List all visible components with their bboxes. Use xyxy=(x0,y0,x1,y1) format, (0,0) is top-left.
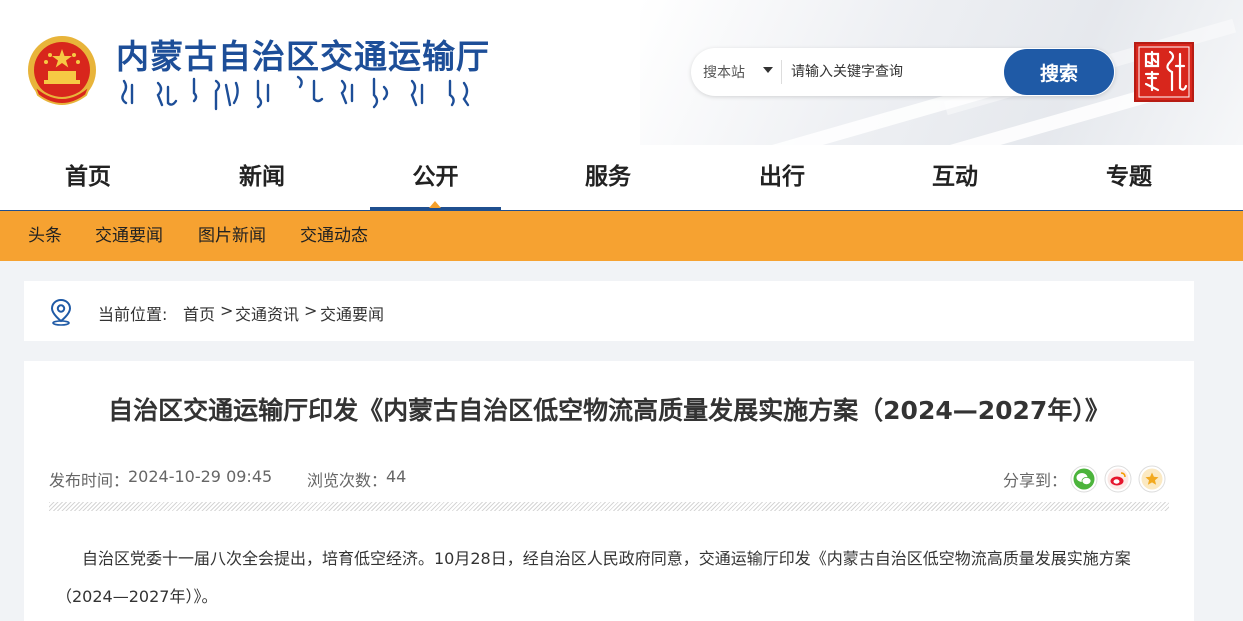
breadcrumb-item-traffic-info[interactable]: 交通资讯 xyxy=(235,301,299,325)
main-nav: 首页 新闻 公开 服务 出行 互动 专题 xyxy=(0,145,1243,211)
sub-nav: 头条 交通要闻 图片新闻 交通动态 xyxy=(0,211,1243,261)
active-nav-indicator xyxy=(429,201,441,208)
sub-nav-item-photo-news[interactable]: 图片新闻 xyxy=(198,211,266,261)
search-button[interactable]: 搜索 xyxy=(1004,49,1114,95)
site-header: 内蒙古自治区交通运输厅 搜本站 搜索 xyxy=(0,0,1243,145)
nav-item-news[interactable]: 新闻 xyxy=(176,145,348,210)
hatched-divider xyxy=(49,502,1169,511)
article: 自治区交通运输厅印发《内蒙古自治区低空物流高质量发展实施方案（2024—2027… xyxy=(24,361,1194,621)
chevron-down-icon[interactable] xyxy=(763,67,773,73)
search-scope-select[interactable]: 搜本站 xyxy=(703,62,745,82)
sub-nav-item-traffic-updates[interactable]: 交通动态 xyxy=(300,211,368,261)
article-paragraph-line-1: 自治区党委十一届八次全会提出，培育低空经济。10月28日，经自治区人民政府同意，… xyxy=(82,549,1131,568)
nav-item-topics[interactable]: 专题 xyxy=(1043,145,1215,210)
breadcrumb-item-traffic-news[interactable]: 交通要闻 xyxy=(320,301,384,325)
seal-logo-icon[interactable] xyxy=(1134,42,1194,102)
search-divider xyxy=(781,60,782,84)
site-title[interactable]: 内蒙古自治区交通运输厅 xyxy=(116,30,490,78)
article-paragraph-line-2: （2024—2027年）》。 xyxy=(56,587,218,606)
view-count-label: 浏览次数： xyxy=(307,471,388,490)
view-count: 44 xyxy=(386,467,407,486)
star-favorite-icon[interactable] xyxy=(1138,465,1166,493)
wechat-icon[interactable] xyxy=(1070,465,1098,493)
nav-item-travel[interactable]: 出行 xyxy=(696,145,868,210)
nav-item-interaction[interactable]: 互动 xyxy=(869,145,1041,210)
nav-item-home[interactable]: 首页 xyxy=(0,145,176,210)
breadcrumb: 当前位置: 首页 > 交通资讯 > 交通要闻 xyxy=(24,281,1194,341)
sub-nav-item-headlines[interactable]: 头条 xyxy=(28,211,62,261)
location-pin-icon xyxy=(50,298,72,326)
breadcrumb-prefix: 当前位置: xyxy=(98,305,168,324)
national-emblem-icon xyxy=(28,36,96,105)
search-box: 搜本站 搜索 xyxy=(691,48,1115,96)
publish-time-label: 发布时间： xyxy=(49,471,130,490)
breadcrumb-separator: > xyxy=(220,301,234,320)
publish-time: 2024-10-29 09:45 xyxy=(128,467,273,486)
share-label: 分享到： xyxy=(1003,471,1068,490)
breadcrumb-item-home[interactable]: 首页 xyxy=(183,301,215,325)
breadcrumb-separator: > xyxy=(304,301,318,320)
weibo-icon[interactable] xyxy=(1104,465,1132,493)
mongolian-script-logotype xyxy=(121,75,470,111)
sub-nav-item-traffic-news[interactable]: 交通要闻 xyxy=(95,211,163,261)
nav-item-services[interactable]: 服务 xyxy=(522,145,694,210)
search-input[interactable] xyxy=(791,57,996,87)
article-title: 自治区交通运输厅印发《内蒙古自治区低空物流高质量发展实施方案（2024—2027… xyxy=(108,396,1110,425)
